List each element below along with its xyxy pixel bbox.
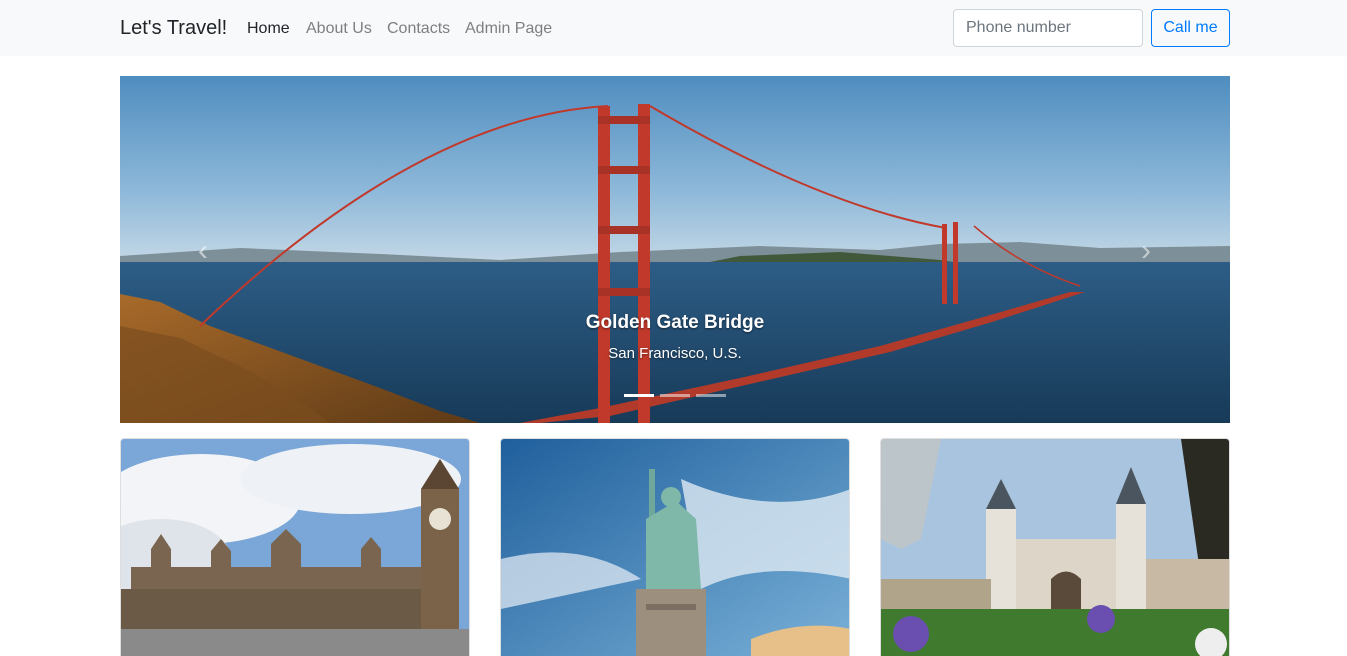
carousel-caption: Golden Gate Bridge San Francisco, U.S. (120, 310, 1230, 365)
navbar-brand[interactable]: Let's Travel! (120, 16, 227, 40)
card-new-york[interactable] (500, 438, 850, 656)
golden-gate-bridge-photo (120, 76, 1230, 423)
carousel-indicator[interactable] (624, 394, 654, 397)
nav-link-about-us[interactable]: About Us (306, 19, 372, 39)
carousel: ‹ › Golden Gate Bridge San Francisco, U.… (120, 76, 1230, 423)
carousel-indicator[interactable] (696, 394, 726, 397)
nav-link-contacts[interactable]: Contacts (387, 19, 450, 39)
slide-title: Golden Gate Bridge (585, 312, 765, 333)
carousel-indicator[interactable] (660, 394, 690, 397)
navbar: Let's Travel! Home About Us Contacts Adm… (0, 0, 1347, 56)
call-me-button[interactable]: Call me (1151, 9, 1230, 47)
chevron-right-icon[interactable]: › (1131, 236, 1161, 266)
nav-link-admin-page[interactable]: Admin Page (465, 19, 552, 39)
slide-subtitle: San Francisco, U.S. (608, 345, 742, 362)
card-london[interactable] (120, 438, 470, 656)
card-istanbul[interactable] (880, 438, 1230, 656)
phone-number-input[interactable] (953, 9, 1143, 47)
carousel-indicators (624, 394, 734, 398)
london-big-ben-photo (121, 439, 469, 656)
nav-link-home[interactable]: Home (247, 19, 290, 39)
chevron-left-icon[interactable]: ‹ (188, 236, 218, 266)
topkapi-palace-photo (881, 439, 1229, 656)
statue-of-liberty-photo (501, 439, 849, 656)
